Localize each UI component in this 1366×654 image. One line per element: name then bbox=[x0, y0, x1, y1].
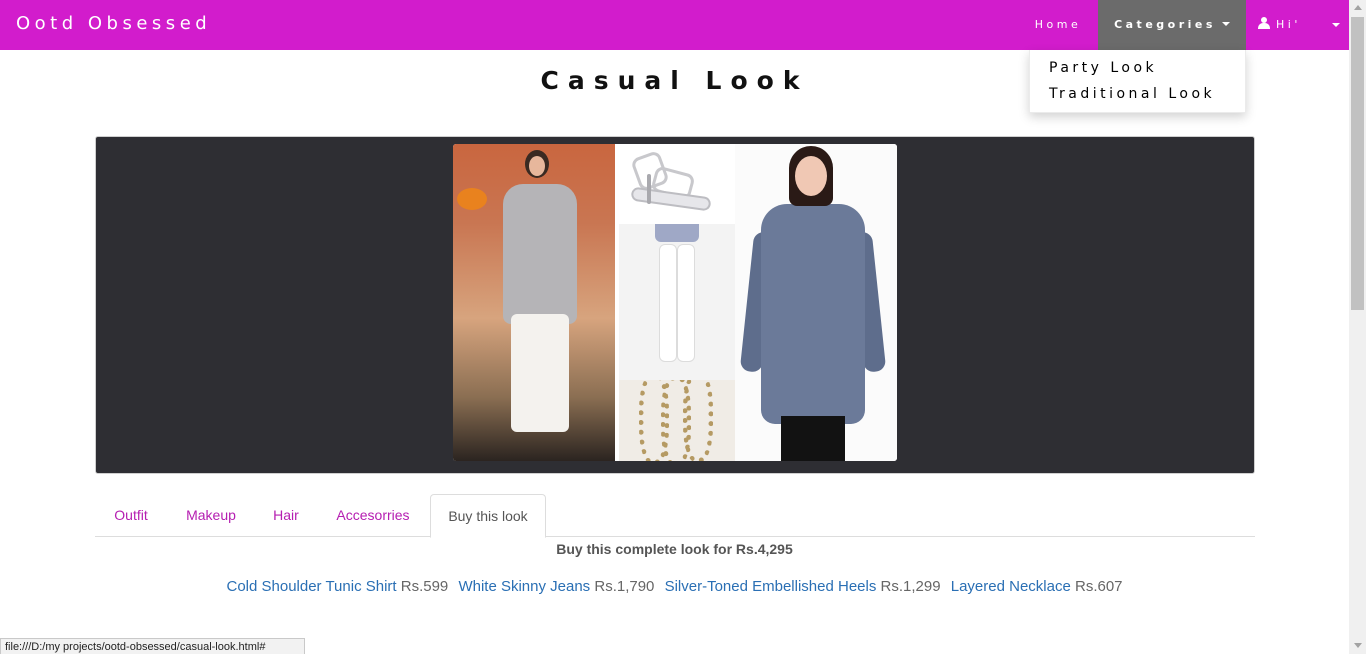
vertical-scrollbar[interactable] bbox=[1349, 0, 1366, 654]
categories-dropdown-menu: Party Look Traditional Look bbox=[1029, 50, 1246, 113]
product-link-tunic[interactable]: Cold Shoulder Tunic Shirt bbox=[226, 578, 396, 595]
tab-accessories[interactable]: Accesorries bbox=[321, 494, 425, 537]
product-link-heels[interactable]: Silver-Toned Embellished Heels bbox=[665, 578, 877, 595]
tab-makeup[interactable]: Makeup bbox=[171, 494, 251, 537]
dropdown-item-party-look[interactable]: Party Look bbox=[1049, 60, 1157, 76]
look-collage-image bbox=[453, 144, 897, 461]
look-tabs: Outfit Makeup Hair Accesorries Buy this … bbox=[95, 494, 1255, 538]
dropdown-item-traditional-look[interactable]: Traditional Look bbox=[1049, 86, 1215, 102]
top-navbar: Ootd Obsessed Home Categories Hi' bbox=[0, 0, 1349, 50]
caret-down-icon bbox=[1221, 22, 1230, 26]
list-item: Layered Necklace Rs.607 bbox=[951, 578, 1123, 595]
nav-user-dropdown[interactable]: Hi' bbox=[1258, 0, 1340, 50]
product-price: Rs.1,299 bbox=[880, 578, 941, 595]
tab-outfit[interactable]: Outfit bbox=[95, 494, 167, 537]
nav-categories-dropdown[interactable]: Categories bbox=[1098, 0, 1246, 50]
scroll-down-arrow-icon[interactable] bbox=[1354, 643, 1362, 648]
browser-status-bar: file:///D:/my projects/ootd-obsessed/cas… bbox=[0, 638, 305, 654]
tab-buy-this-look[interactable]: Buy this look bbox=[430, 494, 546, 538]
buy-look-headline: Buy this complete look for Rs.4,295 bbox=[556, 541, 793, 557]
list-item: Cold Shoulder Tunic Shirt Rs.599 bbox=[226, 578, 448, 595]
product-price: Rs.607 bbox=[1074, 578, 1123, 595]
list-item: Silver-Toned Embellished Heels Rs.1,299 bbox=[665, 578, 941, 595]
celebrity-photo bbox=[453, 144, 615, 461]
list-item: White Skinny Jeans Rs.1,790 bbox=[458, 578, 654, 595]
caret-down-icon bbox=[1332, 23, 1340, 27]
product-price: Rs.1,790 bbox=[594, 578, 655, 595]
nav-user-label: Hi' bbox=[1276, 18, 1301, 31]
jeans-product-image bbox=[619, 224, 735, 380]
heels-product-image bbox=[623, 148, 723, 220]
tab-hair[interactable]: Hair bbox=[259, 494, 313, 537]
brand-logo[interactable]: Ootd Obsessed bbox=[16, 13, 211, 34]
tunic-model-photo bbox=[735, 144, 897, 461]
necklace-product-image bbox=[619, 380, 735, 461]
product-link-jeans[interactable]: White Skinny Jeans bbox=[458, 578, 590, 595]
nav-home-link[interactable]: Home bbox=[1018, 0, 1098, 50]
user-icon bbox=[1258, 17, 1270, 29]
scroll-thumb[interactable] bbox=[1351, 17, 1364, 310]
scroll-up-arrow-icon[interactable] bbox=[1354, 5, 1362, 10]
product-link-necklace[interactable]: Layered Necklace bbox=[951, 578, 1071, 595]
nav-categories-label: Categories bbox=[1114, 18, 1216, 31]
product-list: Cold Shoulder Tunic Shirt Rs.599 White S… bbox=[0, 578, 1349, 595]
product-price: Rs.599 bbox=[400, 578, 449, 595]
